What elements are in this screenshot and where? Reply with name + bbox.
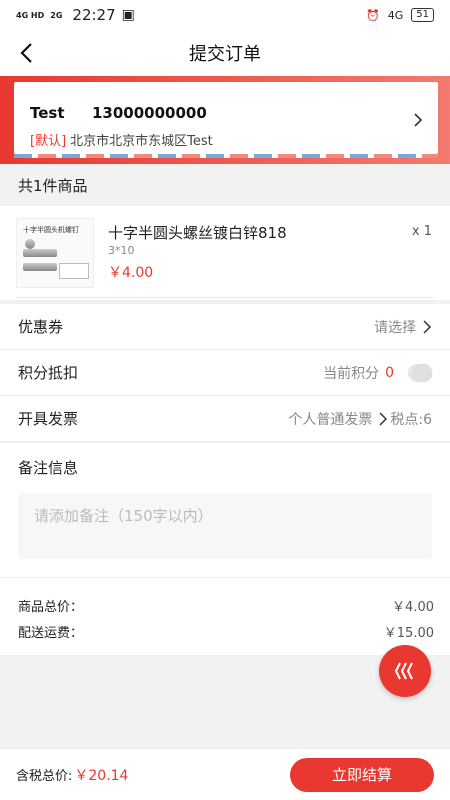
notification-icon: ▣ xyxy=(121,7,135,23)
toggle-knob xyxy=(414,363,432,382)
nav-bar: 提交订单 xyxy=(0,30,450,76)
screw-graphic xyxy=(23,263,57,271)
shipping-label: 配送运费： xyxy=(18,626,84,641)
status-left: 4G HD 2G 22:27 ▣ xyxy=(16,6,135,24)
product-image-caption: 十字半圆头机螺钉 xyxy=(23,226,79,234)
default-address-tag: [默认] xyxy=(30,134,67,149)
points-amount: 0 xyxy=(385,364,394,381)
status-right: ⏰ 4G 51 xyxy=(366,8,434,22)
product-name: 十字半圆头螺丝镀白锌818 xyxy=(108,224,287,242)
chevron-right-icon xyxy=(423,319,432,334)
points-row: 积分抵扣 当前积分 0 xyxy=(0,350,450,396)
total-label: 含税总价: xyxy=(16,769,73,784)
product-price: ￥4.00 xyxy=(108,265,154,281)
goods-total-label: 商品总价： xyxy=(18,600,84,615)
battery-icon: 51 xyxy=(411,8,434,22)
back-arrow-icon[interactable] xyxy=(14,40,40,66)
product-quantity: x 1 xyxy=(411,224,432,239)
wave-lines-icon xyxy=(394,662,413,680)
points-value: 当前积分 0 xyxy=(323,363,432,383)
recipient-phone: 13000000000 xyxy=(92,104,207,122)
invoice-type: 个人普通发票 xyxy=(288,411,373,428)
screw-graphic xyxy=(23,249,57,257)
clock-time: 22:27 xyxy=(72,6,116,24)
checkout-button[interactable]: 立即结算 xyxy=(290,757,434,792)
coupon-row[interactable]: 优惠券 请选择 xyxy=(0,304,450,350)
shipping-line: 配送运费： ￥15.00 xyxy=(18,622,434,641)
remark-section: 备注信息 xyxy=(0,443,450,577)
chevron-right-icon xyxy=(379,411,388,426)
product-image-tag xyxy=(59,263,89,279)
invoice-row[interactable]: 开具发票 个人普通发票 税点:6 xyxy=(0,396,450,442)
alarm-icon: ⏰ xyxy=(366,8,380,22)
points-label: 积分抵扣 xyxy=(18,364,79,382)
divider xyxy=(16,297,434,298)
signal-icon-2: 2G xyxy=(50,10,63,20)
envelope-stripe xyxy=(14,154,438,158)
coupon-value: 请选择 xyxy=(374,317,432,337)
goods-total-value: ￥4.00 xyxy=(392,600,434,615)
coupon-label: 优惠券 xyxy=(18,318,64,336)
total-amount: ￥20.14 xyxy=(74,767,129,784)
address-detail: 北京市北京市东城区Test xyxy=(70,134,213,149)
address-banner: Test 13000000000 [默认] 北京市北京市东城区Test xyxy=(0,76,450,164)
chevron-right-icon xyxy=(414,113,423,127)
invoice-tax-rate: 税点:6 xyxy=(390,411,432,428)
shipping-value: ￥15.00 xyxy=(383,626,434,641)
floating-service-button[interactable] xyxy=(379,645,431,697)
screw-head-graphic xyxy=(25,239,35,249)
invoice-label: 开具发票 xyxy=(18,410,79,428)
points-prefix: 当前积分 xyxy=(323,365,380,382)
invoice-value: 个人普通发票 税点:6 xyxy=(288,409,432,429)
goods-count: 共1件商品 xyxy=(18,176,88,195)
goods-total-line: 商品总价： ￥4.00 xyxy=(18,596,434,615)
remark-label: 备注信息 xyxy=(18,459,79,477)
product-spec: 3*10 xyxy=(108,244,135,257)
signal-icon-1: 4G HD xyxy=(16,10,45,20)
points-toggle[interactable] xyxy=(408,363,432,382)
status-bar: 4G HD 2G 22:27 ▣ ⏰ 4G 51 xyxy=(0,0,450,30)
coupon-select-text: 请选择 xyxy=(374,319,416,336)
recipient-name: Test xyxy=(30,104,65,122)
address-line: [默认] 北京市北京市东城区Test xyxy=(30,130,213,149)
product-image: 十字半圆头机螺钉 xyxy=(16,218,94,288)
price-summary: 商品总价： ￥4.00 配送运费： ￥15.00 xyxy=(0,577,450,655)
address-card[interactable]: Test 13000000000 [默认] 北京市北京市东城区Test xyxy=(14,82,438,154)
page-title: 提交订单 xyxy=(189,44,261,65)
remark-input[interactable] xyxy=(18,493,432,559)
goods-item[interactable]: 十字半圆头机螺钉 十字半圆头螺丝镀白锌818 3*10 ￥4.00 x 1 xyxy=(0,206,450,300)
checkout-bar: 含税总价: ￥20.14 立即结算 xyxy=(0,748,450,800)
network-label: 4G xyxy=(387,8,404,22)
